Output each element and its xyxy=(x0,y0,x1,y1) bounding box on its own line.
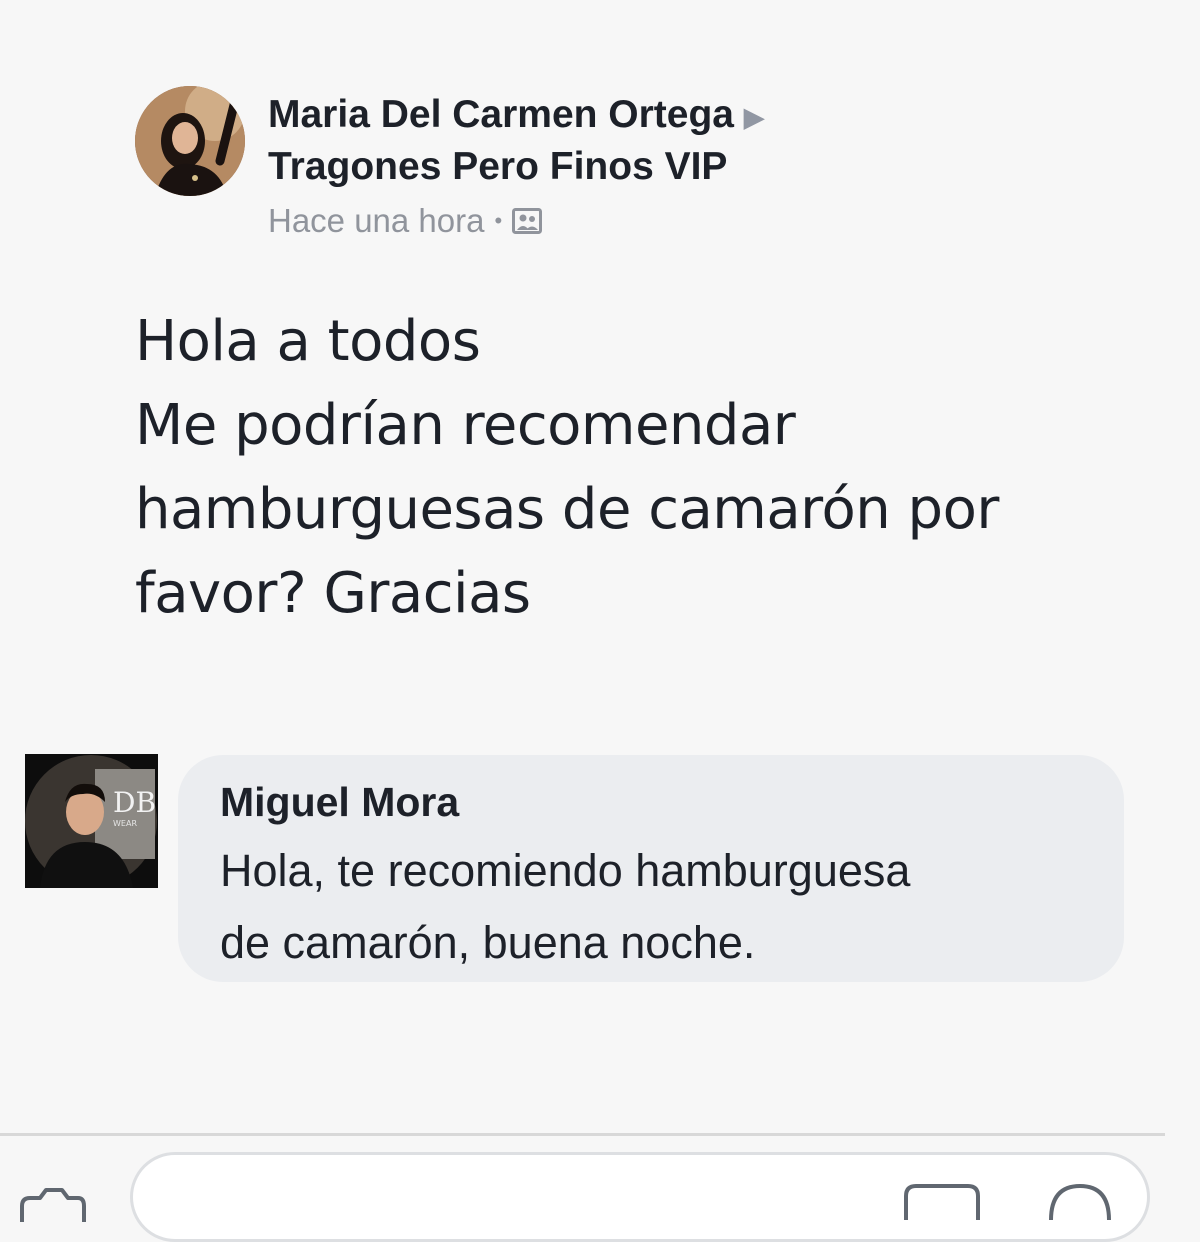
svg-text:DB: DB xyxy=(113,786,156,819)
comment-author-avatar[interactable]: DB WEAR xyxy=(25,754,158,888)
post-author-avatar[interactable] xyxy=(135,86,245,196)
post-timestamp[interactable]: Hace una hora xyxy=(268,202,484,240)
comment-text-line: de camarón, buena noche. xyxy=(220,917,756,968)
emoji-icon[interactable] xyxy=(1045,1180,1115,1221)
play-arrow-icon: ▶ xyxy=(744,101,765,132)
post-author-name[interactable]: Maria Del Carmen Ortega xyxy=(268,93,734,136)
post-body-line: favor? Gracias xyxy=(135,561,531,626)
comment-text: Hola, te recomiendo hamburguesa de camar… xyxy=(220,835,910,979)
post-author-line: Maria Del Carmen Ortega ▶ xyxy=(268,90,764,142)
post-header: Maria Del Carmen Ortega ▶ Tragones Pero F… xyxy=(268,90,764,192)
composer-divider xyxy=(0,1133,1165,1136)
post-meta: Hace una hora • xyxy=(268,202,543,240)
gif-icon[interactable] xyxy=(902,1180,982,1220)
camera-icon[interactable] xyxy=(18,1182,88,1222)
comment-author-name[interactable]: Miguel Mora xyxy=(220,779,459,826)
photo-icon xyxy=(512,206,543,236)
post-body-line: Me podrían recomendar xyxy=(135,393,796,458)
comment-bubble[interactable]: Miguel Mora Hola, te recomiendo hamburgu… xyxy=(178,755,1124,982)
comment-composer xyxy=(0,1140,1200,1242)
post-body: Hola a todos Me podrían recomendar hambu… xyxy=(135,300,1135,636)
comment-input[interactable] xyxy=(130,1152,1150,1242)
post-group-name[interactable]: Tragones Pero Finos VIP xyxy=(268,142,764,192)
meta-separator: • xyxy=(494,208,503,233)
post-body-line: Hola a todos xyxy=(135,309,481,374)
comment-text-line: Hola, te recomiendo hamburguesa xyxy=(220,845,911,896)
post-body-line: hamburguesas de camarón por xyxy=(135,477,999,542)
svg-text:WEAR: WEAR xyxy=(113,819,137,828)
